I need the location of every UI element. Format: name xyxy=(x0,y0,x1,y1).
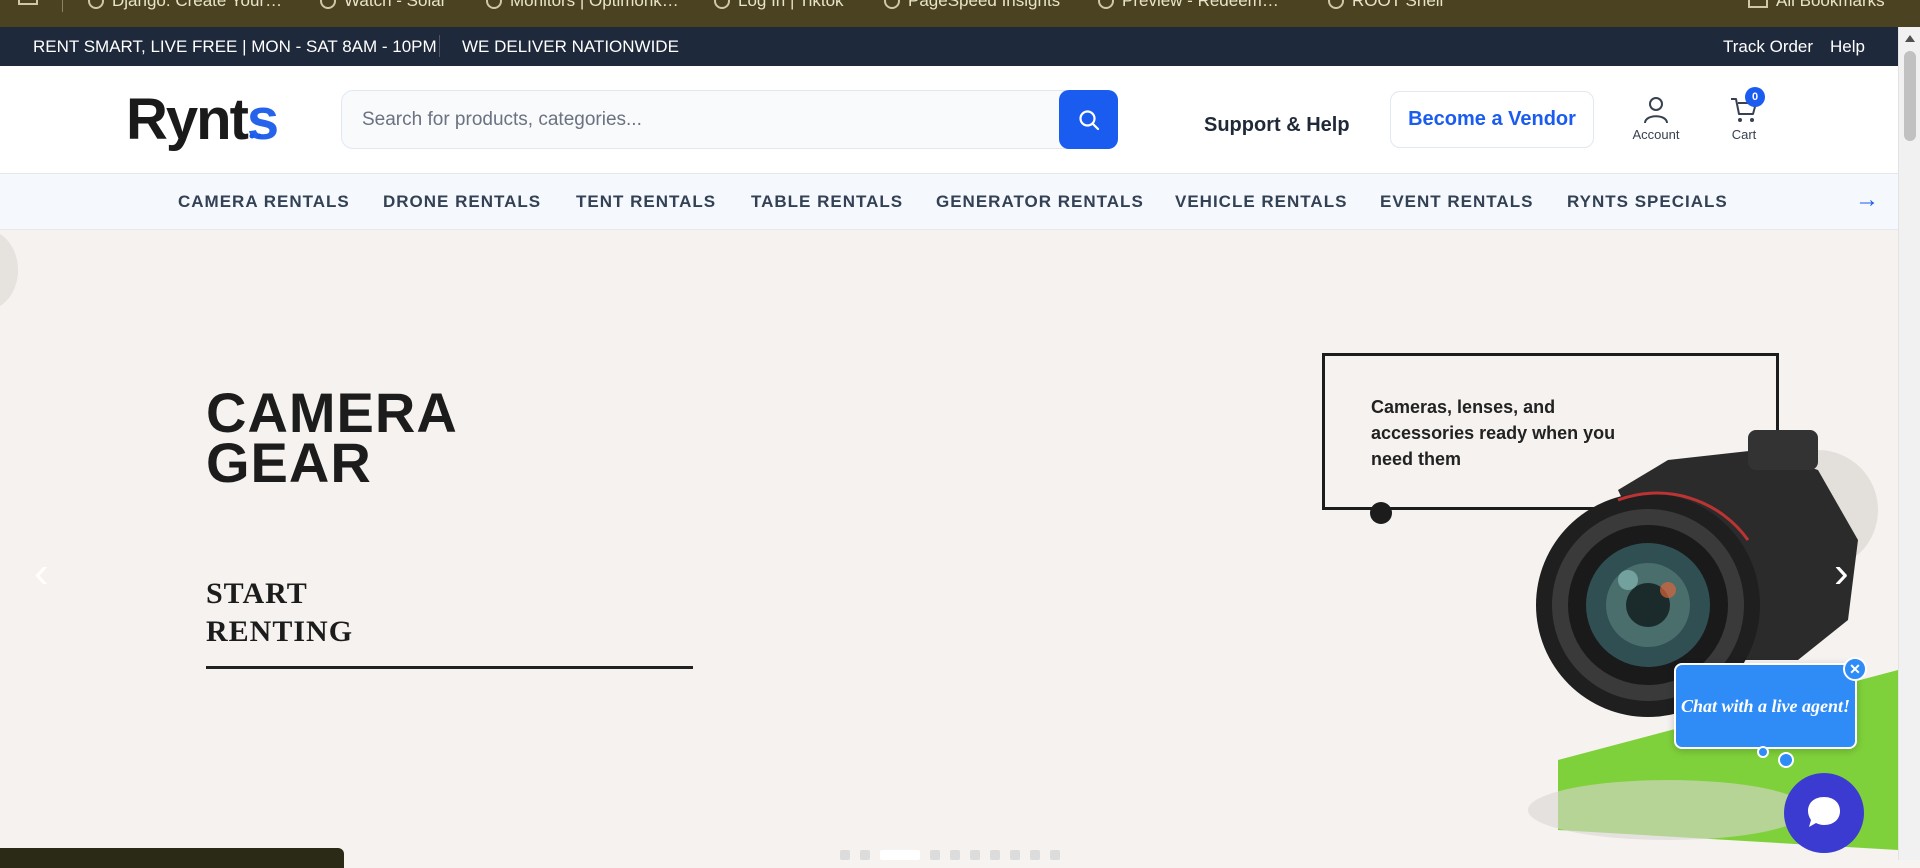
scroll-up-icon[interactable] xyxy=(1905,35,1915,42)
nav-vehicle-rentals[interactable]: VEHICLE RENTALS xyxy=(1175,192,1347,212)
search-button[interactable] xyxy=(1059,90,1118,149)
account-label: Account xyxy=(1632,127,1680,142)
carousel-dot[interactable] xyxy=(970,850,980,860)
bookmark-item[interactable]: Watch - Solar xyxy=(320,0,446,11)
carousel-dot[interactable] xyxy=(1010,850,1020,860)
nav-scroll-right-icon[interactable]: → xyxy=(1855,186,1879,214)
divider xyxy=(439,35,440,57)
chat-icon xyxy=(1808,797,1840,827)
browser-status-url xyxy=(0,848,344,868)
cart-count-badge: 0 xyxy=(1745,87,1765,107)
become-vendor-button[interactable]: Become a Vendor xyxy=(1390,91,1594,148)
track-order-link[interactable]: Track Order xyxy=(1723,37,1813,57)
live-chat-prompt[interactable]: Chat with a live agent! xyxy=(1674,663,1857,749)
site-logo[interactable]: Rynts xyxy=(126,90,279,150)
callout-dot xyxy=(1370,502,1392,524)
chat-bubble-tail xyxy=(1757,746,1769,758)
bookmark-item[interactable]: ROOT Shell xyxy=(1328,0,1443,11)
chat-launcher-button[interactable] xyxy=(1784,773,1864,853)
page-scrollbar[interactable] xyxy=(1898,27,1920,860)
apps-grid-icon[interactable] xyxy=(18,0,38,5)
chat-prompt-close-icon[interactable]: ✕ xyxy=(1843,657,1867,681)
carousel-prev-icon[interactable]: ‹ xyxy=(34,548,49,598)
all-bookmarks[interactable]: All Bookmarks xyxy=(1748,0,1885,11)
carousel-dot-active[interactable] xyxy=(880,850,920,860)
search-icon xyxy=(1078,109,1099,130)
bookmark-item[interactable]: Django: Create Your… xyxy=(88,0,282,11)
search-input[interactable] xyxy=(362,91,1042,148)
carousel-dot[interactable] xyxy=(840,850,850,860)
hero-title: CAMERA GEAR xyxy=(206,381,458,494)
help-link[interactable]: Help xyxy=(1830,37,1865,57)
site-header: Rynts Support & Help Become a Vendor Acc… xyxy=(0,66,1898,174)
carousel-dot[interactable] xyxy=(950,850,960,860)
carousel-dot[interactable] xyxy=(990,850,1000,860)
carousel-dot[interactable] xyxy=(1050,850,1060,860)
delivery-text: WE DELIVER NATIONWIDE xyxy=(462,37,679,56)
scrollbar-thumb[interactable] xyxy=(1904,51,1916,141)
carousel-dot[interactable] xyxy=(860,850,870,860)
nav-camera-rentals[interactable]: CAMERA RENTALS xyxy=(178,192,350,212)
bookmark-item[interactable]: PageSpeed Insights xyxy=(884,0,1060,11)
nav-event-rentals[interactable]: EVENT RENTALS xyxy=(1380,192,1533,212)
user-icon xyxy=(1644,97,1668,124)
carousel-dot[interactable] xyxy=(1030,850,1040,860)
browser-bookmarks-bar: Django: Create Your… Watch - Solar Monit… xyxy=(0,0,1920,27)
logo-mark-icon xyxy=(249,133,262,139)
decorative-shape xyxy=(0,234,18,306)
search-bar xyxy=(341,90,1117,149)
announcement-bar: RENT SMART, LIVE FREE | MON - SAT 8AM - … xyxy=(0,27,1898,66)
hero-underline xyxy=(206,666,693,669)
cart-label: Cart xyxy=(1731,127,1757,142)
hours-text: RENT SMART, LIVE FREE | MON - SAT 8AM - … xyxy=(33,37,437,56)
nav-drone-rentals[interactable]: DRONE RENTALS xyxy=(383,192,541,212)
carousel-dot[interactable] xyxy=(930,850,940,860)
start-renting-link[interactable]: START RENTING xyxy=(206,575,353,651)
bookmark-item[interactable]: Monitors | Optimonk… xyxy=(486,0,679,11)
carousel-indicators xyxy=(840,850,1060,860)
chat-bubble-tail xyxy=(1778,752,1794,768)
page: RENT SMART, LIVE FREE | MON - SAT 8AM - … xyxy=(0,27,1898,860)
nav-generator-rentals[interactable]: GENERATOR RENTALS xyxy=(936,192,1144,212)
nav-table-rentals[interactable]: TABLE RENTALS xyxy=(751,192,903,212)
carousel-next-icon[interactable]: › xyxy=(1834,548,1849,598)
category-nav: CAMERA RENTALS DRONE RENTALS TENT RENTAL… xyxy=(0,174,1898,230)
hero-banner[interactable]: CAMERA GEAR START RENTING Cameras, lense… xyxy=(0,230,1898,860)
nav-tent-rentals[interactable]: TENT RENTALS xyxy=(576,192,716,212)
account-button[interactable]: Account xyxy=(1628,96,1684,142)
bookmark-item[interactable]: Log In | Tiktok xyxy=(714,0,844,11)
nav-rynts-specials[interactable]: RYNTS SPECIALS xyxy=(1567,192,1728,212)
bookmark-item[interactable]: Preview - Redeem… xyxy=(1098,0,1279,11)
support-help-link[interactable]: Support & Help xyxy=(1204,114,1350,137)
